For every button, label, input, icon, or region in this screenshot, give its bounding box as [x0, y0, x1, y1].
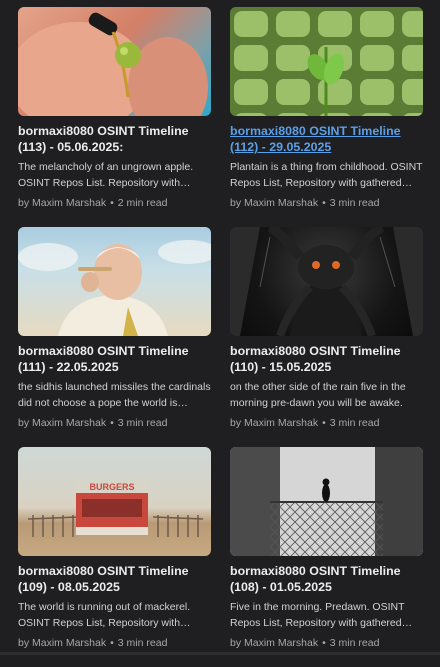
post-read-time: 2 min read — [117, 197, 168, 209]
post-author[interactable]: by Maxim Marshak — [18, 417, 106, 429]
post-card[interactable]: BURGERS bormaxi8080 OSINT Timeline (109)… — [18, 447, 211, 667]
post-meta: by Maxim Marshak • 2 min read — [18, 197, 168, 209]
post-read-time: 3 min read — [329, 637, 380, 649]
post-thumbnail[interactable] — [230, 7, 423, 116]
post-read-time: 3 min read — [117, 417, 168, 429]
post-title[interactable]: bormaxi8080 OSINT Timeline (111) - 22.05… — [18, 343, 211, 375]
post-title[interactable]: bormaxi8080 OSINT Timeline (108) - 01.05… — [230, 563, 423, 595]
post-author[interactable]: by Maxim Marshak — [230, 197, 318, 209]
post-card[interactable]: bormaxi8080 OSINT Timeline (110) - 15.05… — [230, 227, 423, 447]
post-meta: by Maxim Marshak • 3 min read — [18, 417, 168, 429]
post-title[interactable]: bormaxi8080 OSINT Timeline (112) - 29.05… — [230, 123, 423, 155]
post-card[interactable]: bormaxi8080 OSINT Timeline (112) - 29.05… — [230, 7, 423, 227]
post-excerpt: Plantain is a thing from childhood. OSIN… — [230, 161, 423, 189]
post-read-time: 3 min read — [329, 417, 380, 429]
posts-grid: bormaxi8080 OSINT Timeline (113) - 05.06… — [18, 7, 423, 667]
post-author[interactable]: by Maxim Marshak — [230, 417, 318, 429]
post-card[interactable]: bormaxi8080 OSINT Timeline (108) - 01.05… — [230, 447, 423, 667]
post-thumbnail[interactable]: BURGERS — [18, 447, 211, 556]
post-meta: by Maxim Marshak • 3 min read — [18, 637, 168, 649]
post-author[interactable]: by Maxim Marshak — [18, 637, 106, 649]
post-title[interactable]: bormaxi8080 OSINT Timeline (113) - 05.06… — [18, 123, 211, 155]
post-thumbnail[interactable] — [18, 7, 211, 116]
post-card[interactable]: bormaxi8080 OSINT Timeline (111) - 22.05… — [18, 227, 211, 447]
post-thumbnail[interactable] — [230, 447, 423, 556]
post-excerpt: on the other side of the rain five in th… — [230, 381, 406, 409]
post-title[interactable]: bormaxi8080 OSINT Timeline (109) - 08.05… — [18, 563, 211, 595]
post-thumbnail[interactable] — [230, 227, 423, 336]
post-read-time: 3 min read — [329, 197, 380, 209]
post-excerpt: Five in the morning. Predawn. OSINT Repo… — [230, 601, 405, 629]
post-title[interactable]: bormaxi8080 OSINT Timeline (110) - 15.05… — [230, 343, 423, 375]
post-read-time: 3 min read — [117, 637, 168, 649]
burgers-sign-text: BURGERS — [89, 482, 134, 492]
post-excerpt: The melancholy of an ungrown apple. OSIN… — [18, 161, 194, 189]
post-thumbnail[interactable] — [18, 227, 211, 336]
post-meta: by Maxim Marshak • 3 min read — [230, 197, 380, 209]
post-author[interactable]: by Maxim Marshak — [230, 637, 318, 649]
post-excerpt: The world is running out of mackerel. OS… — [18, 601, 191, 629]
post-author[interactable]: by Maxim Marshak — [18, 197, 106, 209]
post-meta: by Maxim Marshak • 3 min read — [230, 417, 380, 429]
post-card[interactable]: bormaxi8080 OSINT Timeline (113) - 05.06… — [18, 7, 211, 227]
post-excerpt: the sidhis launched missiles the cardina… — [18, 381, 211, 409]
post-meta: by Maxim Marshak • 3 min read — [230, 637, 380, 649]
